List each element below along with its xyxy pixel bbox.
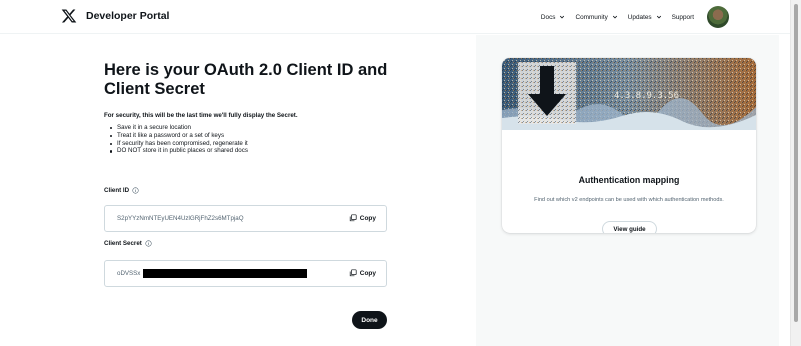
tip-item: Treat it like a password or a set of key… [110,132,248,140]
security-tips-list: Save it in a secure location Treat it li… [110,124,248,155]
chevron-down-icon [612,15,617,19]
info-icon[interactable] [145,240,152,247]
copy-label: Copy [359,269,376,277]
client-secret-label-text: Client Secret [104,240,142,247]
nav-community[interactable]: Community [575,14,617,21]
copy-icon [349,214,357,222]
copy-client-id-button[interactable]: Copy [349,214,376,222]
chevron-down-icon [560,15,565,19]
nav-docs[interactable]: Docs [541,14,566,21]
redaction-bar [143,269,307,278]
done-button[interactable]: Done [352,311,387,329]
card-illustration: 4.3.8.9.3.56 [502,58,756,130]
user-avatar[interactable] [707,6,729,28]
copy-client-secret-button[interactable]: Copy [349,269,376,277]
card-title: Authentication mapping [578,175,680,185]
copy-icon [349,269,357,277]
client-secret-value: oDVSSx [117,270,141,277]
info-icon[interactable] [132,187,139,194]
page-title: Here is your OAuth 2.0 Client ID and Cli… [104,61,388,98]
copy-label: Copy [359,214,376,222]
x-logo-icon [61,9,77,23]
card-description: Find out which v2 endpoints can be used … [534,197,724,203]
credentials-panel: Here is your OAuth 2.0 Client ID and Cli… [16,35,476,346]
client-id-field: S2pYYzNmNTEyUEN4UzlGRjFhZ2s6MTpjaQ Copy [104,205,387,232]
client-id-label-text: Client ID [104,187,130,194]
security-warning: For security, this will be the last time… [104,112,298,119]
page-scrollbar[interactable] [790,0,801,346]
top-header: Developer Portal Docs Community Updates … [0,0,790,34]
client-id-value: S2pYYzNmNTEyUEN4UzlGRjFhZ2s6MTpjaQ [117,215,244,222]
client-secret-field: oDVSSx Copy [104,260,387,287]
client-secret-label: Client Secret [104,240,152,247]
nav-updates-label: Updates [627,13,652,21]
scrollbar-thumb[interactable] [794,4,798,322]
nav-support[interactable]: Support [672,14,694,21]
brand-link[interactable]: Developer Portal [61,8,169,24]
client-id-label: Client ID [104,187,139,194]
nav-support-label: Support [671,13,694,21]
auth-mapping-card: 4.3.8.9.3.56 Authentication mapping Find… [502,58,756,233]
top-nav: Docs Community Updates Support [541,0,790,34]
view-guide-button[interactable]: View guide [602,221,657,233]
side-panel: 4.3.8.9.3.56 Authentication mapping Find… [476,35,779,346]
tip-item: Save it in a secure location [110,124,248,132]
tip-item: If security has been compromised, regene… [110,140,248,148]
nav-community-label: Community [575,13,608,21]
art-overlay-text: 4.3.8.9.3.56 [614,91,679,101]
brand-title: Developer Portal [86,10,170,22]
nav-docs-label: Docs [540,13,556,21]
chevron-down-icon [656,15,661,19]
tip-item: DO NOT store it in public places or shar… [110,147,248,155]
nav-updates[interactable]: Updates [628,14,662,21]
